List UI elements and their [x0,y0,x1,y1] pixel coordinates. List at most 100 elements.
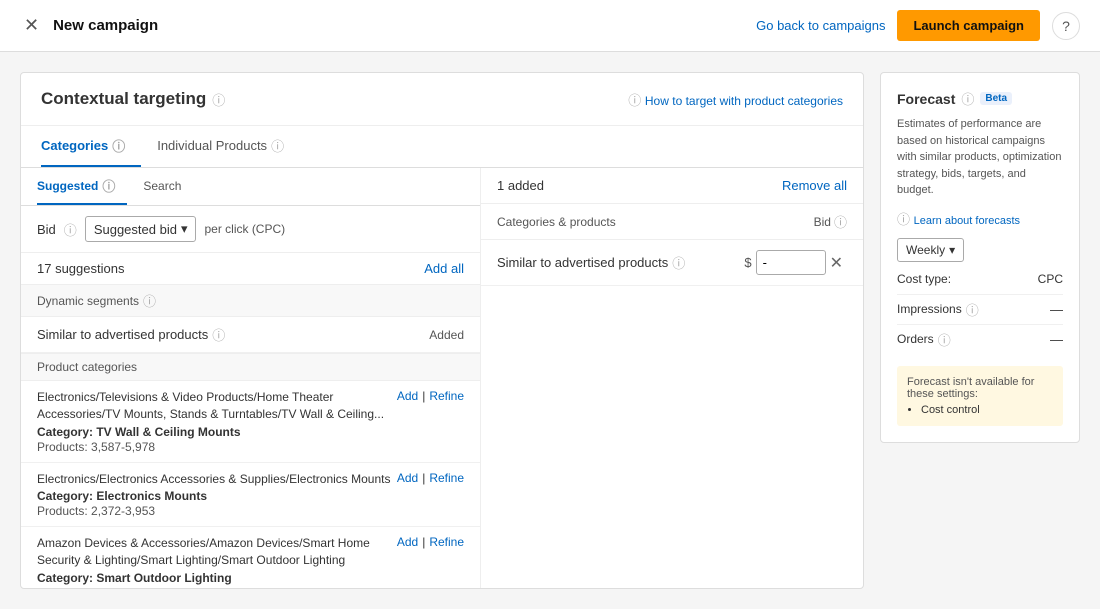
orders-label: Orders [897,332,934,346]
bid-col-info[interactable]: ⓘ [834,212,847,231]
products-count: Products: 14-23 [37,586,464,588]
bid-input[interactable] [756,250,826,275]
forecast-panel: Forecast ⓘ Beta Estimates of performance… [880,72,1080,443]
close-button[interactable]: ✕ [20,11,43,40]
bid-chevron-icon: ▾ [181,221,188,237]
warning-item: Cost control [921,404,1053,416]
similar-advertised-label: Similar to advertised products [37,327,208,342]
category-path: Amazon Devices & Accessories/Amazon Devi… [37,535,397,569]
category-path: Electronics/Televisions & Video Products… [37,389,397,423]
categories-tab-info[interactable]: ⓘ [112,136,125,155]
add-category-link[interactable]: Add [397,535,418,549]
added-item-info-icon[interactable]: ⓘ [672,253,685,272]
products-count: Products: 3,587-5,978 [37,440,464,454]
refine-category-link[interactable]: Refine [429,471,464,485]
added-item-name: Similar to advertised products [497,255,668,270]
weekly-chevron-icon: ▾ [949,243,955,257]
category-path: Electronics/Electronics Accessories & Su… [37,471,397,488]
title-info-icon[interactable]: ⓘ [212,90,225,109]
weekly-select[interactable]: Weekly ▾ [897,238,964,262]
tab-categories[interactable]: Categories ⓘ [41,126,141,167]
nav-right: Go back to campaigns Launch campaign ? [756,10,1080,41]
refine-category-link[interactable]: Refine [429,535,464,549]
bid-select-value: Suggested bid [94,222,177,237]
impressions-label: Impressions [897,302,962,316]
cost-type-row: Cost type: CPC [897,272,1063,286]
add-all-link[interactable]: Add all [424,261,464,276]
impressions-metric: Impressions ⓘ — [897,294,1063,324]
learn-link[interactable]: Learn about forecasts [914,215,1020,227]
cost-type-label: Cost type: [897,272,951,286]
category-name: Category: TV Wall & Ceiling Mounts [37,425,464,439]
dynamic-segments-info[interactable]: ⓘ [143,291,156,310]
add-category-link[interactable]: Add [397,471,418,485]
top-nav: ✕ New campaign Go back to campaigns Laun… [0,0,1100,52]
added-items-list: Similar to advertised products ⓘ $ ✕ [481,240,863,286]
cost-type-value: CPC [1038,272,1063,286]
similar-advertised-item: Similar to advertised products ⓘ Added [21,317,480,353]
panel-title: Contextual targeting [41,89,206,109]
product-categories-label: Product categories [21,353,480,381]
beta-badge: Beta [980,92,1012,105]
bid-col-header: Bid [814,215,831,229]
category-name: Category: Electronics Mounts [37,489,464,503]
bid-select[interactable]: Suggested bid ▾ [85,216,197,242]
main-content: Contextual targeting ⓘ ⓘ How to target w… [0,52,1100,609]
how-to-link[interactable]: How to target with product categories [645,94,843,108]
remove-all-link[interactable]: Remove all [782,178,847,193]
similar-advertised-info[interactable]: ⓘ [212,325,225,344]
added-item: Similar to advertised products ⓘ $ ✕ [481,240,863,286]
products-count: Products: 2,372-3,953 [37,504,464,518]
launch-button[interactable]: Launch campaign [897,10,1040,41]
refine-category-link[interactable]: Refine [429,389,464,403]
panel-body: Suggested ⓘ Search Bid ⓘ Suggested bid ▾ [21,168,863,588]
bid-label: Bid [37,222,56,237]
suggestions-column: Suggested ⓘ Search Bid ⓘ Suggested bid ▾ [21,168,481,588]
orders-info-icon[interactable]: ⓘ [938,330,951,349]
sub-tab-suggested[interactable]: Suggested ⓘ [37,168,127,205]
campaign-title: New campaign [53,17,158,34]
category-item: Electronics/Televisions & Video Products… [21,381,480,463]
suggestions-header: 17 suggestions Add all [21,253,480,284]
categories-list: Electronics/Televisions & Video Products… [21,381,480,588]
category-name: Category: Smart Outdoor Lighting [37,571,464,585]
go-back-button[interactable]: Go back to campaigns [756,18,885,33]
bid-info-icon[interactable]: ⓘ [64,220,77,239]
header-info-icon: ⓘ [628,93,641,108]
dynamic-segments-label: Dynamic segments ⓘ [21,284,480,317]
panel-header: Contextual targeting ⓘ ⓘ How to target w… [21,73,863,126]
impressions-info-icon[interactable]: ⓘ [966,300,979,319]
tab-individual-products[interactable]: Individual Products ⓘ [157,126,300,167]
forecast-header: Forecast ⓘ Beta [897,89,1063,108]
added-header: 1 added Remove all [481,168,863,204]
forecast-warning: Forecast isn't available for these setti… [897,366,1063,426]
suggested-info-icon[interactable]: ⓘ [102,176,115,195]
forecast-warning-list: Cost control [907,404,1053,416]
currency-symbol: $ [744,255,751,270]
added-badge: Added [429,328,464,342]
help-button[interactable]: ? [1052,12,1080,40]
weekly-label: Weekly [906,243,945,257]
tabs-container: Categories ⓘ Individual Products ⓘ [21,126,863,168]
bid-row: Bid ⓘ Suggested bid ▾ per click (CPC) [21,206,480,253]
bid-cpc-label: per click (CPC) [204,222,285,236]
added-count: 1 added [497,178,544,193]
forecast-description: Estimates of performance are based on hi… [897,116,1063,199]
added-table-header: Categories & products Bid ⓘ [481,204,863,240]
orders-value: — [1050,332,1063,347]
forecast-desc-info: ⓘ [897,212,910,227]
left-panel: Contextual targeting ⓘ ⓘ How to target w… [20,72,864,589]
remove-item-button[interactable]: ✕ [826,253,847,273]
impressions-value: — [1050,302,1063,317]
nav-left: ✕ New campaign [20,11,158,40]
products-tab-info[interactable]: ⓘ [271,136,284,155]
added-column: 1 added Remove all Categories & products… [481,168,863,588]
sub-tabs: Suggested ⓘ Search [21,168,480,206]
categories-products-col-header: Categories & products [497,215,616,229]
category-item: Amazon Devices & Accessories/Amazon Devi… [21,527,480,588]
suggestions-count: 17 suggestions [37,261,124,276]
category-item: Electronics/Electronics Accessories & Su… [21,463,480,528]
add-category-link[interactable]: Add [397,389,418,403]
forecast-info-icon[interactable]: ⓘ [961,89,974,108]
sub-tab-search[interactable]: Search [143,168,193,205]
